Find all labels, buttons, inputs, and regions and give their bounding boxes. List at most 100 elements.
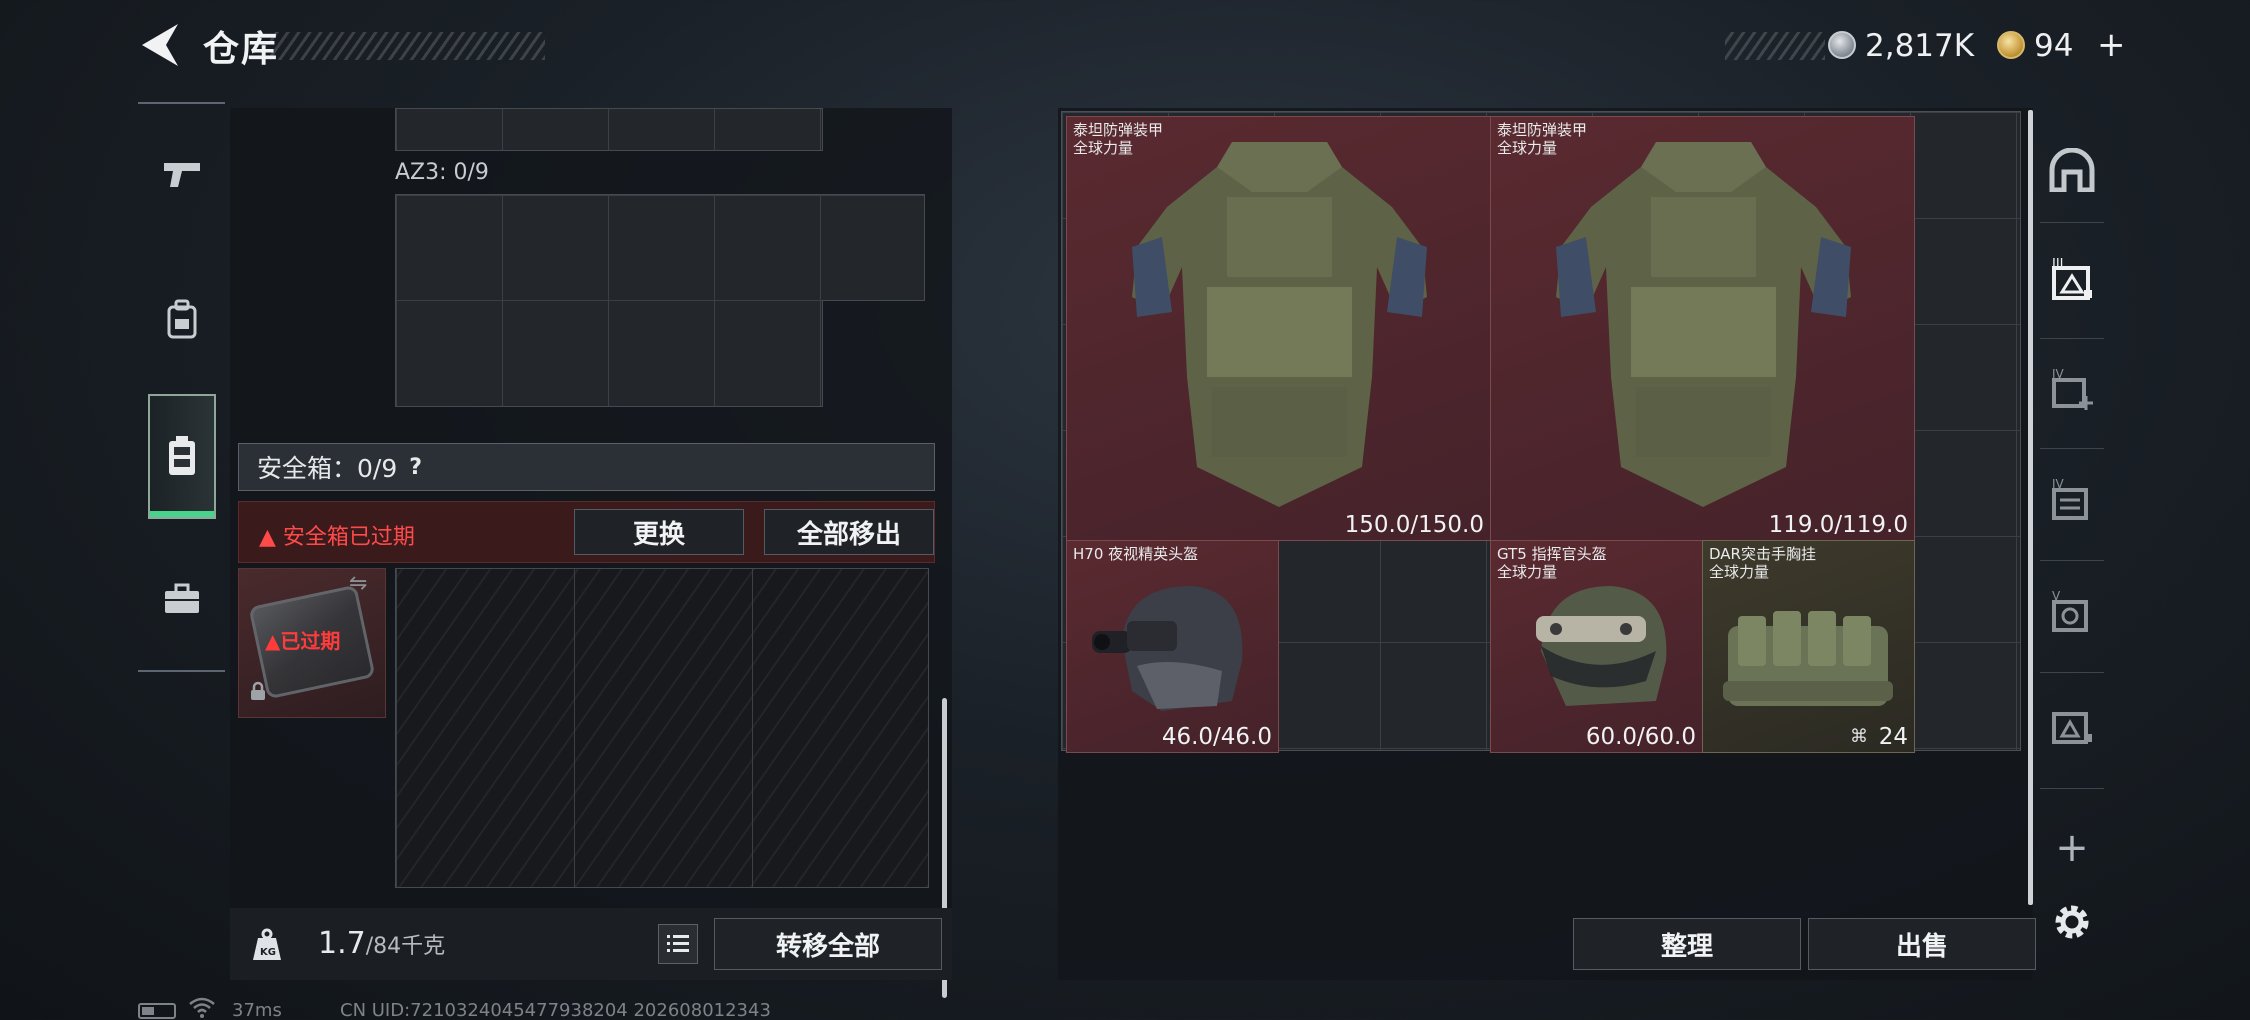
tab-chest-rig[interactable] <box>148 394 216 519</box>
add-gold-button[interactable]: + <box>2097 25 2126 65</box>
helmet-image <box>1536 586 1667 706</box>
back-arrow-icon <box>142 24 178 66</box>
expired-warning: ▲ 安全箱已过期 <box>259 519 415 551</box>
safebox-expired-text: 已过期 <box>280 629 341 653</box>
battery-level <box>142 1007 154 1015</box>
list-view-button[interactable] <box>658 924 698 964</box>
stash-page-tab-1[interactable]: III <box>2040 240 2104 320</box>
stash-item-armor[interactable]: 泰坦防弹装甲 全球力量 119.0/119.0 <box>1490 116 1915 541</box>
stash-page-iv-add-icon: IV <box>2052 367 2093 410</box>
loadout-footer: KG 1.7/84千克 转移全部 <box>230 908 952 980</box>
tab-weapons[interactable] <box>138 109 225 239</box>
stash-item-armor[interactable]: 泰坦防弹装甲 全球力量 150.0/150.0 <box>1066 116 1491 541</box>
svg-text:III: III <box>2052 257 2064 272</box>
list-icon <box>667 935 689 952</box>
item-durability: 119.0/119.0 <box>1768 512 1908 538</box>
stash-page-tab-iv[interactable]: IV <box>2040 460 2104 540</box>
replace-button[interactable]: 更换 <box>574 509 744 555</box>
divider <box>2040 222 2104 223</box>
vest-icon <box>169 435 195 475</box>
stash-page-tab-v[interactable]: V <box>2040 572 2104 652</box>
pistol-icon <box>163 163 200 187</box>
svg-text:IV: IV <box>2052 477 2065 491</box>
stash-page-iv-icon: IV <box>2052 477 2088 520</box>
backpack-icon <box>167 299 196 339</box>
silver-amount: 2,817K <box>1865 28 1975 64</box>
transfer-all-button[interactable]: 转移全部 <box>714 918 942 970</box>
armor-image <box>1556 142 1851 507</box>
battery-icon <box>138 1003 176 1019</box>
currency-bar: 2,817K 94 + <box>1725 25 2126 65</box>
help-icon[interactable]: ? <box>409 455 422 480</box>
stash-scrollbar[interactable] <box>2028 110 2033 905</box>
stash-item-helmet[interactable]: GT5 指挥官头盔 全球力量 60.0/60.0 <box>1490 540 1703 753</box>
safebox-expired-label: ▲已过期 <box>265 625 340 654</box>
divider <box>2040 560 2104 561</box>
expired-warning-text: 安全箱已过期 <box>282 525 415 550</box>
item-name: 泰坦防弹装甲 全球力量 <box>1497 121 1588 157</box>
weight-icon: KG <box>250 928 284 962</box>
loadout-panel: AZ3: 0/9 安全箱：0/9 ? ▲ 安全箱已过期 更换 全部移出 ⇋ ▲已… <box>230 108 952 998</box>
armor-image <box>1132 142 1427 507</box>
safebox-header: 安全箱：0/9 ? <box>238 443 935 491</box>
item-name: 泰坦防弹装甲 全球力量 <box>1073 121 1164 157</box>
gold-amount: 94 <box>2034 28 2074 64</box>
svg-text:IV: IV <box>2052 367 2065 381</box>
az3-grid-row-1[interactable] <box>395 194 925 301</box>
stash-grid[interactable]: 泰坦防弹装甲 全球力量 150.0/150.0 泰坦防弹装甲 全球力量 119.… <box>1061 111 2021 753</box>
az3-capacity-label: AZ3: 0/9 <box>395 160 489 185</box>
stash-panel: 泰坦防弹装甲 全球力量 150.0/150.0 泰坦防弹装甲 全球力量 119.… <box>1058 108 2036 980</box>
uid-display: CN UID:7210324045477938204 202608012343 <box>340 1000 771 1020</box>
stash-page-tab-iv-add[interactable]: IV <box>2040 350 2104 430</box>
item-durability: 150.0/150.0 <box>1344 512 1484 538</box>
weight-display: 1.7/84千克 <box>318 926 445 961</box>
silver-coin-icon <box>1828 31 1856 59</box>
safebox-capacity-label: 安全箱：0/9 <box>257 454 398 483</box>
stash-item-chest-rig[interactable]: DAR突击手胸挂 全球力量 ⌘ 24 <box>1702 540 1915 753</box>
divider <box>2040 338 2104 339</box>
safebox-slot[interactable]: ⇋ ▲已过期 <box>238 568 386 718</box>
divider <box>2040 788 2104 789</box>
warning-icon: ▲ <box>259 525 283 550</box>
divider <box>2040 672 2104 673</box>
move-all-out-button[interactable]: 全部移出 <box>764 509 934 555</box>
item-name: H70 夜视精英头盔 <box>1073 545 1199 563</box>
container-grid-upper[interactable] <box>395 108 823 151</box>
tab-case[interactable] <box>138 534 225 664</box>
chest-rig-image <box>1723 611 1893 706</box>
item-name: DAR突击手胸挂 全球力量 <box>1709 545 1816 581</box>
item-count: 24 <box>1878 724 1908 750</box>
back-button[interactable] <box>138 22 182 68</box>
item-durability: 60.0/60.0 <box>1585 724 1696 750</box>
arch-icon <box>2049 148 2095 192</box>
briefcase-icon <box>164 583 199 613</box>
left-tab-bar <box>138 102 225 672</box>
stash-page-tab-arch[interactable] <box>2040 130 2104 210</box>
stash-page-tab-extra[interactable] <box>2040 684 2104 764</box>
item-durability: 46.0/46.0 <box>1161 724 1272 750</box>
sort-button[interactable]: 整理 <box>1573 918 1801 970</box>
title-decoration <box>270 32 545 60</box>
divider <box>2040 448 2104 449</box>
az3-grid-row-2[interactable] <box>395 300 823 407</box>
svg-text:KG: KG <box>260 947 276 958</box>
warning-icon: ▲ <box>265 629 281 653</box>
stack-count-icon: ⌘ <box>1850 726 1868 747</box>
stash-page-extra-icon <box>2052 712 2092 744</box>
lock-icon <box>249 681 267 706</box>
sell-button[interactable]: 出售 <box>1808 918 2036 970</box>
safebox-expired-banner: ▲ 安全箱已过期 更换 全部移出 <box>238 501 935 563</box>
svg-text:V: V <box>2052 589 2061 603</box>
stash-page-v-icon: V <box>2052 589 2088 632</box>
settings-button[interactable] <box>2040 882 2104 962</box>
settings-gear-icon <box>2055 905 2089 939</box>
swap-icon[interactable]: ⇋ <box>349 571 367 596</box>
helmet-image <box>1092 586 1243 711</box>
wifi-icon <box>188 996 216 1020</box>
tab-backpack[interactable] <box>138 254 225 384</box>
weight-value: 1.7 <box>318 926 366 961</box>
safebox-grid[interactable] <box>395 568 929 888</box>
add-stash-page-button[interactable]: + <box>2040 808 2104 888</box>
page-title: 仓库 <box>203 29 280 70</box>
stash-item-helmet[interactable]: H70 夜视精英头盔 46.0/46.0 <box>1066 540 1279 753</box>
